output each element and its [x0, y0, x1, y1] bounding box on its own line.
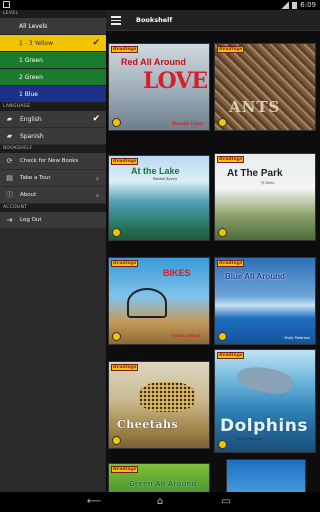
- refresh-icon: ⟳: [6, 157, 13, 165]
- book-author: Rhonda Flynn: [172, 121, 203, 126]
- book-at-the-park[interactable]: Readings At The Park PJ Dietz: [214, 153, 316, 241]
- level-1-blue[interactable]: 1 Blue: [0, 86, 106, 103]
- menu-label: About: [20, 192, 37, 198]
- menu-label: Log Out: [20, 217, 42, 223]
- menu-check-new-books[interactable]: ⟳ Check for New Books: [0, 153, 106, 170]
- back-icon[interactable]: ⟵: [86, 495, 102, 509]
- seal-icon: [218, 332, 227, 341]
- seal-icon: [112, 228, 121, 237]
- readings-logo: Readings: [111, 158, 139, 165]
- level-label: All Levels: [19, 23, 48, 30]
- book-ants[interactable]: Readings ANTS: [214, 43, 316, 131]
- battery-icon: [292, 1, 298, 9]
- navigation-drawer: LEVEL All Levels 1 - 3 Yellow ✔ 1 Green …: [0, 10, 106, 492]
- book-icon: ▤: [6, 174, 13, 182]
- book-bikes[interactable]: Readings BIKES TRAVIS TAYLOR: [108, 257, 210, 345]
- book-author: Molly Peterson: [284, 336, 310, 340]
- status-bar: 6:09: [0, 0, 320, 10]
- language-label: English: [20, 116, 42, 123]
- level-label: 1 Green: [19, 57, 43, 64]
- section-header-account: ACCOUNT: [0, 204, 106, 212]
- cheetah-illustration: [139, 382, 195, 412]
- drawer-empty-area: [0, 229, 106, 492]
- language-english[interactable]: ▰ English ✔: [0, 111, 106, 128]
- seal-icon: [218, 118, 227, 127]
- menu-about[interactable]: ⓘ About ›: [0, 187, 106, 204]
- book-author: Robbie Byerly: [153, 177, 178, 181]
- book-title: Dolphins: [220, 416, 308, 436]
- readings-logo: Readings: [111, 46, 139, 53]
- dolphin-illustration: [235, 362, 295, 398]
- readings-logo: Readings: [217, 352, 245, 359]
- book-title: At the Lake: [131, 166, 180, 176]
- readings-logo: Readings: [111, 364, 139, 371]
- chevron-right-icon: ›: [95, 174, 99, 183]
- level-label: 1 Blue: [19, 91, 39, 98]
- speech-bubble-icon: ▰: [6, 132, 13, 140]
- checkmark-icon: ✔: [92, 114, 100, 124]
- language-spanish[interactable]: ▰ Spanish: [0, 128, 106, 145]
- level-1-3-yellow[interactable]: 1 - 3 Yellow ✔: [0, 35, 106, 52]
- system-nav-bar: ⟵ ⌂ ▭: [0, 492, 320, 512]
- seal-icon: [218, 440, 227, 449]
- bookshelf-grid: Readings Red All Around LOVE Rhonda Flyn…: [106, 31, 320, 492]
- readings-logo: Readings: [217, 46, 245, 53]
- book-author: PJ Dietz: [261, 181, 275, 185]
- info-icon: ⓘ: [6, 191, 13, 199]
- book-cover-partial[interactable]: [226, 459, 306, 492]
- readings-logo: Readings: [217, 260, 245, 267]
- section-header-language: LANGUAGE: [0, 103, 106, 111]
- page-title: Bookshelf: [136, 16, 173, 24]
- checkmark-icon: ✔: [92, 38, 100, 48]
- logout-icon: ⇥: [6, 216, 13, 224]
- love-sculpture-text: LOVE: [143, 68, 208, 94]
- book-title: Cheetahs: [117, 418, 179, 431]
- menu-label: Take a Tour: [20, 175, 51, 181]
- language-label: Spanish: [20, 133, 44, 140]
- motorbike-illustration: [127, 288, 167, 318]
- book-cheetahs[interactable]: Readings Cheetahs: [108, 361, 210, 449]
- book-title: ANTS: [229, 98, 281, 116]
- book-title: BIKES: [163, 268, 191, 278]
- app-screen: 6:09 LEVEL All Levels 1 - 3 Yellow ✔ 1 G…: [0, 0, 320, 512]
- book-title: At The Park: [227, 168, 283, 179]
- seal-icon: [112, 436, 121, 445]
- status-time: 6:09: [300, 1, 316, 9]
- book-dolphins[interactable]: Readings Dolphins Molly Peterson: [214, 349, 316, 453]
- level-2-green[interactable]: 2 Green: [0, 69, 106, 86]
- readings-logo: Readings: [111, 260, 139, 267]
- level-label: 1 - 3 Yellow: [19, 40, 53, 47]
- home-icon[interactable]: ⌂: [152, 495, 168, 509]
- book-blue-all-around[interactable]: Readings Blue All Around Molly Peterson: [214, 257, 316, 345]
- readings-logo: Readings: [111, 466, 139, 473]
- section-header-bookshelf: BOOKSHELF: [0, 145, 106, 153]
- notification-icon: [3, 1, 10, 8]
- book-title: Red All Around: [121, 57, 186, 67]
- level-all-levels[interactable]: All Levels: [0, 18, 106, 35]
- book-title: Blue All Around: [225, 272, 285, 281]
- menu-label: Check for New Books: [20, 158, 79, 164]
- speech-bubble-icon: ▰: [6, 115, 13, 123]
- action-bar: Bookshelf: [106, 10, 320, 31]
- menu-log-out[interactable]: ⇥ Log Out: [0, 212, 106, 229]
- hamburger-menu-icon[interactable]: [111, 16, 121, 25]
- readings-logo: Readings: [217, 156, 245, 163]
- level-1-green[interactable]: 1 Green: [0, 52, 106, 69]
- book-green-all-around[interactable]: Readings Green All Around: [108, 463, 210, 492]
- recent-apps-icon[interactable]: ▭: [218, 495, 234, 509]
- level-label: 2 Green: [19, 74, 43, 81]
- seal-icon: [112, 118, 121, 127]
- wifi-icon: [281, 1, 290, 9]
- seal-icon: [218, 228, 227, 237]
- chevron-right-icon: ›: [95, 191, 99, 200]
- book-at-the-lake[interactable]: Readings At the Lake Robbie Byerly: [108, 155, 210, 241]
- book-red-all-around[interactable]: Readings Red All Around LOVE Rhonda Flyn…: [108, 43, 210, 131]
- book-title: Green All Around: [129, 480, 197, 488]
- book-author: Molly Peterson: [237, 437, 263, 441]
- seal-icon: [112, 332, 121, 341]
- book-author: TRAVIS TAYLOR: [170, 334, 201, 338]
- menu-take-a-tour[interactable]: ▤ Take a Tour ›: [0, 170, 106, 187]
- section-header-level: LEVEL: [0, 10, 106, 18]
